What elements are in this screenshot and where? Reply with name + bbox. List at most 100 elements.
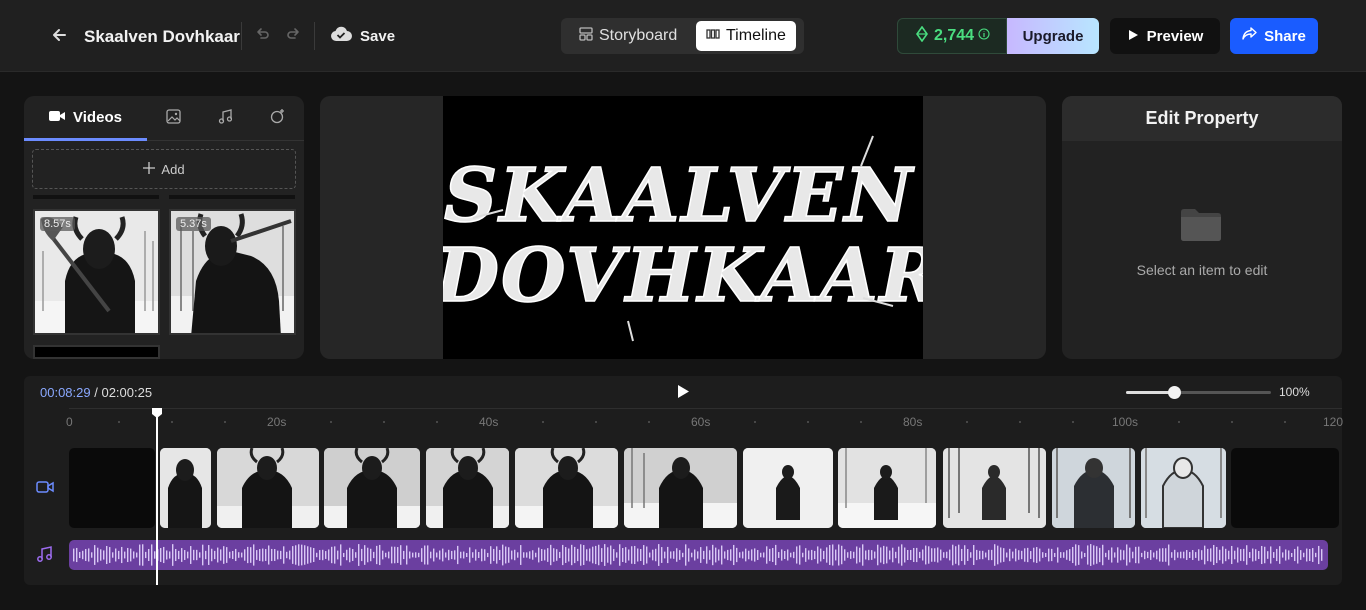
media-item-partial [169, 195, 295, 199]
empty-state-text: Select an item to edit [1136, 262, 1268, 278]
ruler-tick [1072, 421, 1074, 423]
view-switcher: Storyboard Timeline [561, 18, 804, 54]
video-clip[interactable] [1231, 448, 1339, 528]
share-icon [1242, 27, 1257, 45]
media-item[interactable]: 8.57s [33, 209, 160, 335]
share-label: Share [1264, 27, 1306, 45]
ruler-tick [595, 421, 597, 423]
redo-icon[interactable] [286, 26, 302, 47]
audio-track-icon [36, 545, 52, 567]
tab-videos-label: Videos [73, 108, 122, 126]
top-bar: Skaalven Dovhkaar Save Storyboard Timeli… [0, 0, 1366, 72]
ruler-tick [436, 421, 438, 423]
save-label: Save [360, 27, 396, 45]
folder-icon [1180, 208, 1222, 247]
tab-storyboard-label: Storyboard [599, 27, 678, 44]
video-clip[interactable] [743, 448, 833, 528]
credits-badge[interactable]: 2,744 [897, 18, 1007, 54]
video-clip[interactable] [624, 448, 737, 528]
plus-icon [143, 161, 156, 177]
ruler-tick [860, 421, 862, 423]
tab-timeline[interactable]: Timeline [696, 21, 796, 51]
divider [314, 22, 315, 50]
video-camera-icon [49, 109, 66, 126]
title-text-line-1: SKAALVEN [444, 153, 915, 239]
video-clip[interactable] [324, 448, 420, 528]
video-clip[interactable] [160, 448, 211, 528]
ruler-tick [648, 421, 650, 423]
info-icon [978, 27, 990, 45]
video-clip[interactable] [69, 448, 155, 528]
video-clip[interactable] [426, 448, 509, 528]
add-media-button[interactable]: Add [32, 149, 296, 189]
ruler-tick [754, 421, 756, 423]
add-label: Add [161, 161, 185, 177]
duration-badge: 5.37s [176, 217, 211, 231]
media-item[interactable] [33, 345, 160, 359]
tab-timeline-label: Timeline [726, 27, 786, 44]
upgrade-button[interactable]: Upgrade [1007, 18, 1099, 54]
ruler-tick [542, 421, 544, 423]
gem-icon [914, 25, 930, 47]
timeline-icon [706, 27, 720, 46]
undo-icon[interactable] [254, 26, 270, 47]
video-clip[interactable] [1141, 448, 1226, 528]
duration-badge: 8.57s [40, 217, 75, 231]
ruler-tick [171, 421, 173, 423]
video-preview[interactable]: SKAALVEN DOVHKAAR [432, 96, 942, 359]
zoom-level: 100% [1279, 385, 1310, 399]
ruler-label: 60s [691, 415, 711, 429]
ruler-label: 40s [479, 415, 499, 429]
tab-images[interactable] [147, 96, 199, 141]
timeline-panel: 00:08:29 / 02:00:25 100% 0 20s 40s 60s 8… [24, 376, 1344, 585]
preview-label: Preview [1146, 27, 1204, 45]
share-button[interactable]: Share [1230, 18, 1318, 54]
save-button[interactable]: Save [330, 26, 395, 46]
media-item-partial [33, 195, 159, 199]
ruler-label: 100s [1112, 415, 1139, 429]
title-text-line-2: DOVHKAAR [443, 233, 923, 319]
video-clip[interactable] [515, 448, 618, 528]
property-panel-title: Edit Property [1062, 96, 1342, 141]
ruler-label: 0 [66, 415, 73, 429]
ruler-tick [1284, 421, 1286, 423]
tab-storyboard[interactable]: Storyboard [569, 21, 687, 51]
image-icon [165, 108, 181, 129]
play-button[interactable] [676, 384, 690, 404]
media-item[interactable]: 5.37s [169, 209, 296, 335]
time-readout: 00:08:29 / 02:00:25 [40, 385, 152, 400]
ruler-label: 120 [1323, 415, 1344, 429]
zoom-slider[interactable] [1126, 386, 1271, 399]
zoom-slider-fill [1126, 391, 1174, 394]
ruler-label: 20s [267, 415, 287, 429]
property-panel: Edit Property Select an item to edit [1062, 96, 1342, 359]
ruler-tick [383, 421, 385, 423]
play-icon [1127, 28, 1139, 45]
zoom-slider-handle[interactable] [1167, 386, 1181, 399]
media-panel: Videos Add 8.57s 5.37s [24, 96, 304, 359]
tab-effects[interactable] [251, 96, 304, 141]
video-track-icon [36, 480, 54, 499]
audio-clip[interactable] [69, 540, 1328, 570]
video-clip[interactable] [1052, 448, 1135, 528]
audio-waveform [73, 544, 1323, 566]
ruler-tick [1231, 421, 1233, 423]
preview-button[interactable]: Preview [1110, 18, 1220, 54]
media-tabs: Videos [24, 96, 304, 141]
back-arrow-icon[interactable] [50, 26, 70, 46]
total-time: / 02:00:25 [94, 385, 153, 400]
preview-stage: SKAALVEN DOVHKAAR [320, 96, 1046, 359]
ruler-tick [224, 421, 226, 423]
ruler-tick [807, 421, 809, 423]
video-clip[interactable] [943, 448, 1046, 528]
video-clip[interactable] [217, 448, 319, 528]
playhead[interactable] [152, 408, 162, 585]
cloud-check-icon [330, 26, 352, 46]
time-ruler[interactable]: 0 20s 40s 60s 80s 100s 120 [66, 408, 1344, 430]
ruler-tick [118, 421, 120, 423]
credits-count: 2,744 [933, 27, 975, 44]
video-clip[interactable] [838, 448, 936, 528]
tab-audio[interactable] [199, 96, 251, 141]
tab-videos[interactable]: Videos [24, 96, 147, 141]
project-title[interactable]: Skaalven Dovhkaar [84, 27, 240, 47]
